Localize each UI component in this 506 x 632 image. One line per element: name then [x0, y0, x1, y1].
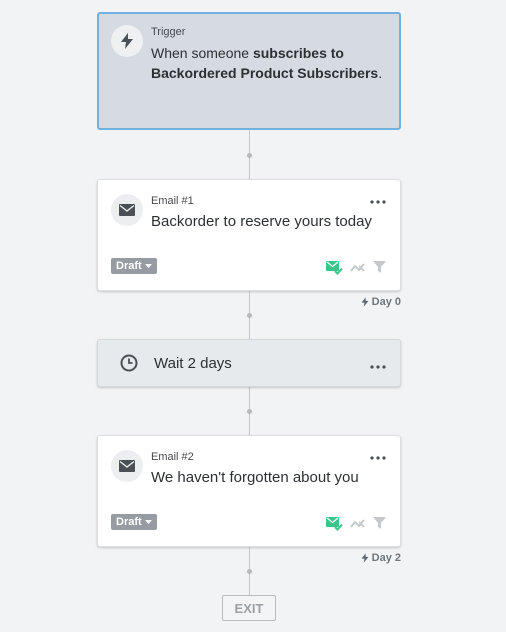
add-step-dot[interactable]: [247, 569, 252, 574]
more-options-icon[interactable]: [368, 450, 388, 460]
status-label: Draft: [116, 516, 142, 528]
trigger-description: When someone subscribes to Backordered P…: [151, 45, 383, 81]
email-step-label: Email #1: [151, 195, 194, 207]
clock-icon: [120, 354, 138, 377]
chevron-down-icon: [144, 519, 152, 524]
chevron-down-icon: [144, 263, 152, 268]
email-card-1[interactable]: Email #1 Backorder to reserve yours toda…: [97, 179, 401, 291]
email-tools: [326, 516, 386, 531]
email-card-2[interactable]: Email #2 We haven't forgotten about you …: [97, 435, 401, 547]
day-label: Day 0: [361, 296, 401, 308]
wait-card[interactable]: Wait 2 days: [97, 339, 401, 387]
lightning-icon: [361, 297, 369, 307]
trigger-card[interactable]: Trigger When someone subscribes to Backo…: [97, 12, 401, 130]
exit-node: EXIT: [222, 595, 276, 621]
add-step-dot[interactable]: [247, 313, 252, 318]
smart-sending-icon[interactable]: [326, 516, 343, 531]
filter-icon[interactable]: [373, 517, 386, 530]
lightning-icon: [111, 25, 143, 57]
lightning-icon: [361, 553, 369, 563]
smart-sending-icon[interactable]: [326, 260, 343, 275]
more-options-icon[interactable]: [368, 194, 388, 204]
email-step-label: Email #2: [151, 451, 194, 463]
ab-test-icon[interactable]: [350, 262, 366, 274]
email-tools: [326, 260, 386, 275]
wait-text: Wait 2 days: [154, 355, 232, 372]
ab-test-icon[interactable]: [350, 518, 366, 530]
day-label: Day 2: [361, 552, 401, 564]
envelope-icon: [111, 194, 143, 226]
status-dropdown[interactable]: Draft: [111, 258, 157, 274]
email-subject: Backorder to reserve yours today: [151, 213, 372, 230]
status-label: Draft: [116, 260, 142, 272]
more-options-icon[interactable]: [368, 359, 388, 369]
envelope-icon: [111, 450, 143, 482]
trigger-label: Trigger: [151, 26, 186, 38]
add-step-dot[interactable]: [247, 153, 252, 158]
email-subject: We haven't forgotten about you: [151, 469, 359, 486]
status-dropdown[interactable]: Draft: [111, 514, 157, 530]
filter-icon[interactable]: [373, 261, 386, 274]
add-step-dot[interactable]: [247, 409, 252, 414]
